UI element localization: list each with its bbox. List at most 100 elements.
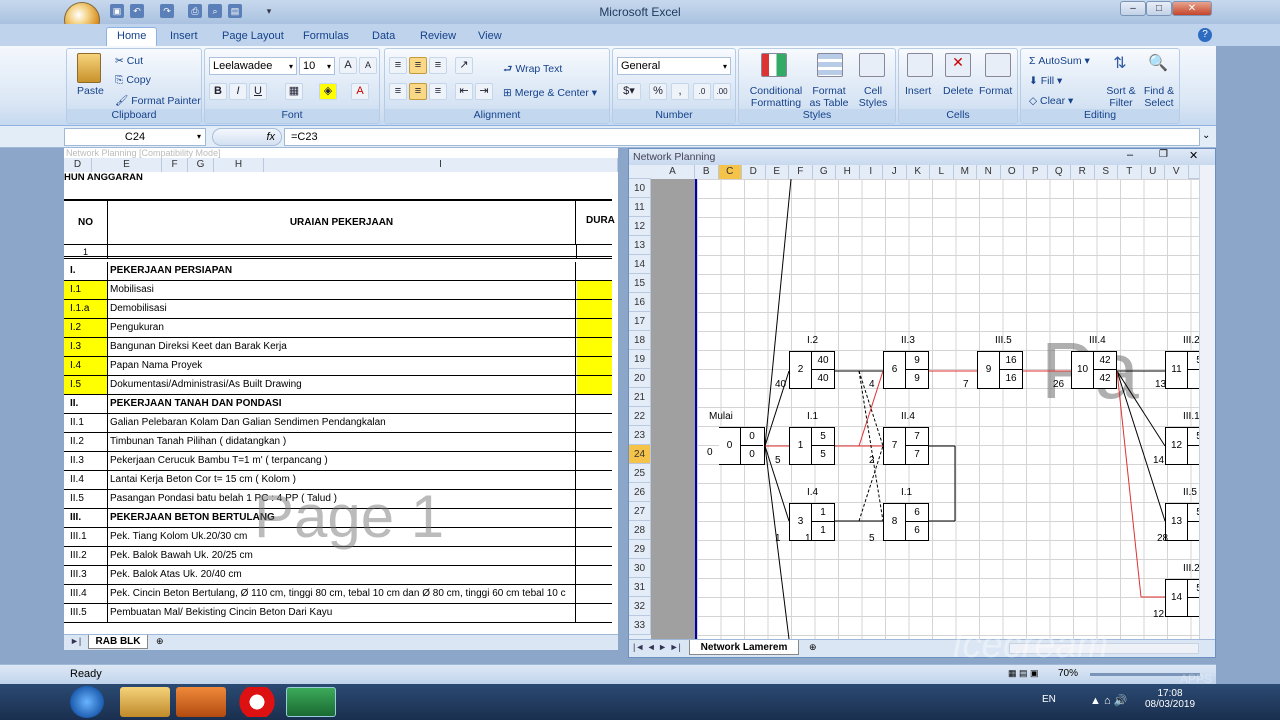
- conditional-formatting-button[interactable]: Conditional Formatting: [745, 85, 807, 109]
- print-preview-icon[interactable]: ⎙: [188, 4, 202, 18]
- fill-color-icon[interactable]: ◈: [319, 83, 337, 100]
- bold-button[interactable]: B: [209, 83, 227, 100]
- col-head-e[interactable]: E: [92, 158, 162, 172]
- align-bottom-icon[interactable]: ≡: [429, 57, 447, 74]
- format-as-table-icon[interactable]: [817, 53, 843, 77]
- copy-button[interactable]: ⎘ Copy: [115, 74, 151, 87]
- format-cells-icon[interactable]: [985, 53, 1011, 77]
- qat-more-icon[interactable]: ▤: [228, 4, 242, 18]
- duration-cell[interactable]: [577, 281, 612, 299]
- table-row[interactable]: II. PEKERJAAN TANAH DAN PONDASI: [64, 395, 612, 414]
- maximize-button[interactable]: □: [1146, 1, 1172, 16]
- cell-styles-button[interactable]: Cell Styles: [853, 85, 893, 109]
- sheet-tab-rab-blk[interactable]: RAB BLK: [88, 635, 148, 649]
- clear-button[interactable]: ◇ Clear ▾: [1029, 95, 1073, 107]
- find-select-button[interactable]: Find & Select: [1139, 85, 1179, 109]
- network-node[interactable]: 777: [883, 427, 929, 465]
- language-indicator[interactable]: EN: [1042, 694, 1056, 705]
- network-node[interactable]: 2 40 40: [789, 351, 835, 389]
- table-row[interactable]: I.4 Papan Nama Proyek: [64, 357, 612, 376]
- paste-icon[interactable]: [77, 53, 101, 83]
- percent-button[interactable]: %: [649, 83, 667, 100]
- delete-cells-icon[interactable]: ✕: [945, 53, 971, 77]
- align-center-icon[interactable]: ≡: [409, 83, 427, 100]
- tab-home[interactable]: Home: [106, 27, 158, 47]
- table-row[interactable]: II.3 Pekerjaan Cerucuk Bambu T=1 m' ( ter…: [64, 452, 612, 471]
- format-cells-button[interactable]: Format: [979, 85, 1012, 97]
- network-node[interactable]: 9 16 16: [977, 351, 1023, 389]
- network-node[interactable]: 15 5: [789, 427, 835, 465]
- col-head-g[interactable]: G: [188, 158, 214, 172]
- table-row[interactable]: III.5 Pembuatan Mal/ Bekisting Cincin Bet…: [64, 604, 612, 623]
- undo-icon[interactable]: ↶: [130, 4, 144, 18]
- explorer-taskbar-icon[interactable]: [120, 687, 170, 717]
- table-row[interactable]: I. PEKERJAAN PERSIAPAN: [64, 262, 612, 281]
- network-node[interactable]: 69 9: [883, 351, 929, 389]
- col-head-d[interactable]: D: [64, 158, 92, 172]
- table-row[interactable]: I.5 Dokumentasi/Administrasi/As Built Dra…: [64, 376, 612, 395]
- font-size-select[interactable]: 10 ▾: [299, 57, 335, 75]
- expand-formula-icon[interactable]: ⌄: [1202, 130, 1210, 141]
- table-row[interactable]: III.3 Pek. Balok Atas Uk. 20/40 cm: [64, 566, 612, 585]
- tab-data[interactable]: Data: [362, 28, 405, 46]
- table-row[interactable]: I.1.a Demobilisasi: [64, 300, 612, 319]
- format-painter-button[interactable]: 🖌 Format Painter: [115, 94, 201, 107]
- conditional-formatting-icon[interactable]: [761, 53, 787, 77]
- align-right-icon[interactable]: ≡: [429, 83, 447, 100]
- paste-button[interactable]: Paste: [77, 85, 104, 97]
- insert-function-button[interactable]: fx: [212, 128, 282, 146]
- qat-icon[interactable]: ⌕: [208, 4, 222, 18]
- font-name-select[interactable]: Leelawadee ▾: [209, 57, 297, 75]
- increase-decimal-icon[interactable]: .0: [693, 83, 711, 100]
- sheet-nav-icon[interactable]: ►|: [70, 636, 81, 646]
- align-left-icon[interactable]: ≡: [389, 83, 407, 100]
- close-button[interactable]: ✕: [1172, 1, 1212, 16]
- insert-cells-icon[interactable]: [907, 53, 933, 77]
- start-button[interactable]: [70, 686, 104, 718]
- italic-button[interactable]: I: [229, 83, 247, 100]
- align-middle-icon[interactable]: ≡: [409, 57, 427, 74]
- align-top-icon[interactable]: ≡: [389, 57, 407, 74]
- network-node[interactable]: 311: [789, 503, 835, 541]
- cell-styles-icon[interactable]: [859, 53, 885, 77]
- tab-review[interactable]: Review: [410, 28, 466, 46]
- tab-page-layout[interactable]: Page Layout: [212, 28, 294, 46]
- qat-dropdown-icon[interactable]: ▾: [262, 4, 276, 18]
- table-row[interactable]: I.1 Mobilisasi: [64, 281, 612, 300]
- font-color-icon[interactable]: A: [351, 83, 369, 100]
- table-row[interactable]: II.1 Galian Pelebaran Kolam Dan Galian Se…: [64, 414, 612, 433]
- fill-button[interactable]: ⬇ Fill ▾: [1029, 75, 1062, 87]
- wrap-text-button[interactable]: ⮐ Wrap Text: [503, 61, 562, 79]
- duration-cell[interactable]: [577, 338, 612, 356]
- opera-taskbar-icon[interactable]: [232, 687, 282, 717]
- shrink-font-icon[interactable]: A: [359, 57, 377, 74]
- duration-cell[interactable]: [577, 319, 612, 337]
- autosum-button[interactable]: Σ AutoSum ▾: [1029, 55, 1090, 67]
- duration-cell[interactable]: [577, 300, 612, 318]
- tab-view[interactable]: View: [468, 28, 512, 46]
- col-head-i[interactable]: I: [264, 158, 618, 172]
- sort-filter-icon[interactable]: ⇅: [1107, 53, 1133, 77]
- find-select-icon[interactable]: 🔍: [1145, 53, 1171, 77]
- grow-font-icon[interactable]: A: [339, 57, 357, 74]
- help-icon[interactable]: ?: [1198, 28, 1212, 42]
- delete-cells-button[interactable]: Delete: [943, 85, 973, 97]
- network-node[interactable]: 10 42 42: [1071, 351, 1117, 389]
- decrease-decimal-icon[interactable]: .00: [713, 83, 731, 100]
- save-icon[interactable]: ▣: [110, 4, 124, 18]
- sort-filter-button[interactable]: Sort & Filter: [1101, 85, 1141, 109]
- underline-button[interactable]: U: [249, 83, 267, 100]
- duration-cell[interactable]: [577, 376, 612, 394]
- name-box[interactable]: C24 ▾: [64, 128, 206, 146]
- decrease-indent-icon[interactable]: ⇤: [455, 83, 473, 100]
- right-sheet-nav-icon[interactable]: |◄ ◄ ► ►|: [633, 642, 681, 652]
- right-vertical-scrollbar[interactable]: [1199, 165, 1215, 639]
- increase-indent-icon[interactable]: ⇥: [475, 83, 493, 100]
- sheet-tab-network[interactable]: Network Lamerem: [689, 640, 799, 655]
- insert-sheet-icon[interactable]: ⊕: [156, 636, 164, 647]
- tray-icons[interactable]: ▲ ⌂ 🔊: [1090, 694, 1127, 707]
- formula-input[interactable]: =C23: [284, 128, 1200, 146]
- cut-button[interactable]: ✂ Cut: [115, 55, 143, 67]
- network-node[interactable]: 000: [719, 427, 765, 465]
- right-insert-sheet-icon[interactable]: ⊕: [809, 642, 817, 653]
